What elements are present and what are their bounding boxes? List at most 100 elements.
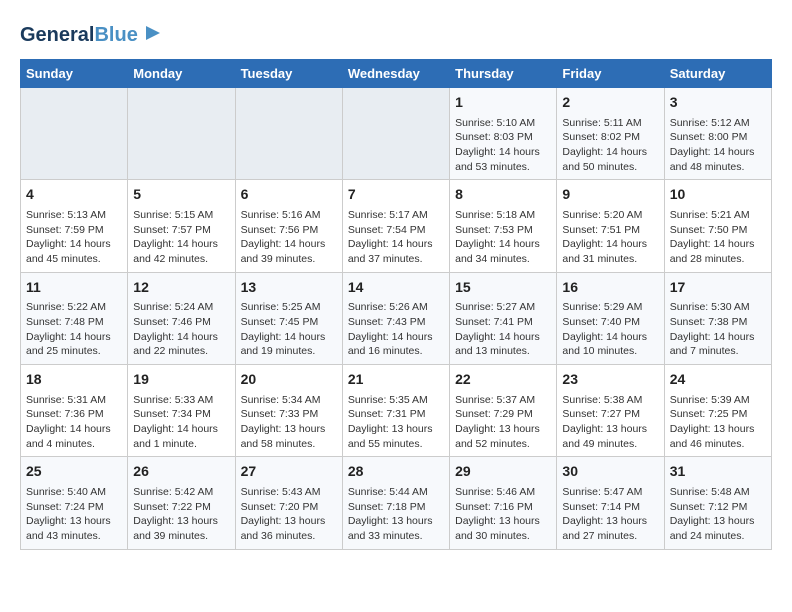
day-info: Sunrise: 5:40 AMSunset: 7:24 PMDaylight:…: [26, 485, 122, 544]
day-number: 5: [133, 185, 229, 205]
day-info: Sunrise: 5:47 AMSunset: 7:14 PMDaylight:…: [562, 485, 658, 544]
calendar-cell: 31 Sunrise: 5:48 AMSunset: 7:12 PMDayligh…: [664, 457, 771, 549]
day-info: Sunrise: 5:12 AMSunset: 8:00 PMDaylight:…: [670, 116, 766, 175]
day-info: Sunrise: 5:29 AMSunset: 7:40 PMDaylight:…: [562, 300, 658, 359]
col-header-friday: Friday: [557, 60, 664, 88]
calendar-cell: 13Sunrise: 5:25 AMSunset: 7:45 PMDayligh…: [235, 272, 342, 364]
day-number: 21: [348, 370, 444, 390]
day-number: 14: [348, 278, 444, 298]
day-number: 1: [455, 93, 551, 113]
calendar-cell: 30 Sunrise: 5:47 AMSunset: 7:14 PMDayligh…: [557, 457, 664, 549]
day-info: Sunrise: 5:34 AMSunset: 7:33 PMDaylight:…: [241, 393, 337, 452]
day-number: 7: [348, 185, 444, 205]
day-info: Sunrise: 5:37 AMSunset: 7:29 PMDaylight:…: [455, 393, 551, 452]
day-number: 9: [562, 185, 658, 205]
day-number: 18: [26, 370, 122, 390]
day-info: Sunrise: 5:26 AMSunset: 7:43 PMDaylight:…: [348, 300, 444, 359]
day-info: Sunrise: 5:10 AMSunset: 8:03 PMDaylight:…: [455, 116, 551, 175]
day-info: Sunrise: 5:24 AMSunset: 7:46 PMDaylight:…: [133, 300, 229, 359]
day-info: Sunrise: 5:46 AMSunset: 7:16 PMDaylight:…: [455, 485, 551, 544]
calendar-cell: 2 Sunrise: 5:11 AMSunset: 8:02 PMDaylight…: [557, 88, 664, 180]
day-info: Sunrise: 5:42 AMSunset: 7:22 PMDaylight:…: [133, 485, 229, 544]
day-info: Sunrise: 5:21 AMSunset: 7:50 PMDaylight:…: [670, 208, 766, 267]
day-info: Sunrise: 5:17 AMSunset: 7:54 PMDaylight:…: [348, 208, 444, 267]
calendar-cell: 8 Sunrise: 5:18 AMSunset: 7:53 PMDaylight…: [450, 180, 557, 272]
day-number: 28: [348, 462, 444, 482]
day-info: Sunrise: 5:20 AMSunset: 7:51 PMDaylight:…: [562, 208, 658, 267]
day-number: 29: [455, 462, 551, 482]
calendar-cell: 25 Sunrise: 5:40 AMSunset: 7:24 PMDayligh…: [21, 457, 128, 549]
day-number: 22: [455, 370, 551, 390]
day-number: 6: [241, 185, 337, 205]
day-info: Sunrise: 5:31 AMSunset: 7:36 PMDaylight:…: [26, 393, 122, 452]
day-number: 26: [133, 462, 229, 482]
day-info: Sunrise: 5:18 AMSunset: 7:53 PMDaylight:…: [455, 208, 551, 267]
day-info: Sunrise: 5:15 AMSunset: 7:57 PMDaylight:…: [133, 208, 229, 267]
day-info: Sunrise: 5:30 AMSunset: 7:38 PMDaylight:…: [670, 300, 766, 359]
day-number: 31: [670, 462, 766, 482]
calendar-cell: 18 Sunrise: 5:31 AMSunset: 7:36 PMDayligh…: [21, 365, 128, 457]
calendar-cell: 19 Sunrise: 5:33 AMSunset: 7:34 PMDayligh…: [128, 365, 235, 457]
calendar-cell: 27 Sunrise: 5:43 AMSunset: 7:20 PMDayligh…: [235, 457, 342, 549]
calendar-cell: 28 Sunrise: 5:44 AMSunset: 7:18 PMDayligh…: [342, 457, 449, 549]
calendar-cell: 16Sunrise: 5:29 AMSunset: 7:40 PMDayligh…: [557, 272, 664, 364]
day-number: 10: [670, 185, 766, 205]
day-info: Sunrise: 5:11 AMSunset: 8:02 PMDaylight:…: [562, 116, 658, 175]
col-header-tuesday: Tuesday: [235, 60, 342, 88]
day-info: Sunrise: 5:27 AMSunset: 7:41 PMDaylight:…: [455, 300, 551, 359]
day-info: Sunrise: 5:13 AMSunset: 7:59 PMDaylight:…: [26, 208, 122, 267]
day-number: 19: [133, 370, 229, 390]
day-number: 13: [241, 278, 337, 298]
day-info: Sunrise: 5:38 AMSunset: 7:27 PMDaylight:…: [562, 393, 658, 452]
day-info: Sunrise: 5:39 AMSunset: 7:25 PMDaylight:…: [670, 393, 766, 452]
day-number: 16: [562, 278, 658, 298]
calendar-cell: 21Sunrise: 5:35 AMSunset: 7:31 PMDayligh…: [342, 365, 449, 457]
calendar-cell: 17Sunrise: 5:30 AMSunset: 7:38 PMDayligh…: [664, 272, 771, 364]
day-number: 27: [241, 462, 337, 482]
day-info: Sunrise: 5:16 AMSunset: 7:56 PMDaylight:…: [241, 208, 337, 267]
col-header-thursday: Thursday: [450, 60, 557, 88]
day-info: Sunrise: 5:48 AMSunset: 7:12 PMDaylight:…: [670, 485, 766, 544]
col-header-monday: Monday: [128, 60, 235, 88]
calendar-cell: 7 Sunrise: 5:17 AMSunset: 7:54 PMDaylight…: [342, 180, 449, 272]
logo-icon: [142, 22, 164, 44]
day-number: 17: [670, 278, 766, 298]
calendar-cell: 26 Sunrise: 5:42 AMSunset: 7:22 PMDayligh…: [128, 457, 235, 549]
day-number: 12: [133, 278, 229, 298]
day-number: 20: [241, 370, 337, 390]
day-info: Sunrise: 5:44 AMSunset: 7:18 PMDaylight:…: [348, 485, 444, 544]
day-number: 24: [670, 370, 766, 390]
calendar-cell: 1 Sunrise: 5:10 AMSunset: 8:03 PMDaylight…: [450, 88, 557, 180]
calendar-cell: 22 Sunrise: 5:37 AMSunset: 7:29 PMDayligh…: [450, 365, 557, 457]
calendar-cell: [21, 88, 128, 180]
day-number: 15: [455, 278, 551, 298]
day-number: 25: [26, 462, 122, 482]
day-info: Sunrise: 5:43 AMSunset: 7:20 PMDaylight:…: [241, 485, 337, 544]
calendar-cell: 23Sunrise: 5:38 AMSunset: 7:27 PMDayligh…: [557, 365, 664, 457]
day-number: 3: [670, 93, 766, 113]
page-header: GeneralBlue: [20, 20, 772, 49]
calendar-cell: [128, 88, 235, 180]
calendar-cell: 29 Sunrise: 5:46 AMSunset: 7:16 PMDayligh…: [450, 457, 557, 549]
day-number: 11: [26, 278, 122, 298]
day-number: 2: [562, 93, 658, 113]
day-number: 8: [455, 185, 551, 205]
calendar-cell: 3 Sunrise: 5:12 AMSunset: 8:00 PMDaylight…: [664, 88, 771, 180]
calendar-cell: 5 Sunrise: 5:15 AMSunset: 7:57 PMDaylight…: [128, 180, 235, 272]
day-number: 4: [26, 185, 122, 205]
calendar-cell: 15Sunrise: 5:27 AMSunset: 7:41 PMDayligh…: [450, 272, 557, 364]
calendar-cell: 6 Sunrise: 5:16 AMSunset: 7:56 PMDaylight…: [235, 180, 342, 272]
calendar-cell: 12Sunrise: 5:24 AMSunset: 7:46 PMDayligh…: [128, 272, 235, 364]
col-header-wednesday: Wednesday: [342, 60, 449, 88]
calendar-cell: [235, 88, 342, 180]
logo: GeneralBlue: [20, 20, 164, 49]
col-header-saturday: Saturday: [664, 60, 771, 88]
day-info: Sunrise: 5:22 AMSunset: 7:48 PMDaylight:…: [26, 300, 122, 359]
day-info: Sunrise: 5:33 AMSunset: 7:34 PMDaylight:…: [133, 393, 229, 452]
calendar-cell: 14Sunrise: 5:26 AMSunset: 7:43 PMDayligh…: [342, 272, 449, 364]
calendar-cell: 9 Sunrise: 5:20 AMSunset: 7:51 PMDaylight…: [557, 180, 664, 272]
calendar-cell: 4 Sunrise: 5:13 AMSunset: 7:59 PMDaylight…: [21, 180, 128, 272]
day-number: 30: [562, 462, 658, 482]
col-header-sunday: Sunday: [21, 60, 128, 88]
calendar-cell: 10 Sunrise: 5:21 AMSunset: 7:50 PMDayligh…: [664, 180, 771, 272]
